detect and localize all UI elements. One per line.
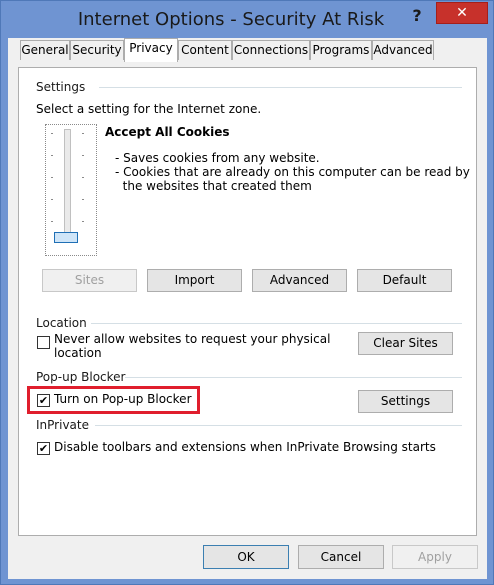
tab-general[interactable]: General [20,40,70,60]
import-button[interactable]: Import [147,269,242,292]
inprivate-divider [95,425,462,426]
default-button[interactable]: Default [357,269,452,292]
privacy-panel: Settings Select a setting for the Intern… [18,67,477,536]
popup-divider [123,377,462,378]
cancel-button[interactable]: Cancel [298,545,384,569]
tab-connections[interactable]: Connections [232,40,310,60]
highlight-box [27,386,200,414]
clear-sites-button[interactable]: Clear Sites [358,332,453,355]
location-divider [91,323,462,324]
privacy-level-slider[interactable] [45,124,97,256]
dialog-client: General Security Privacy Content Connect… [8,38,487,579]
title-bar[interactable]: Internet Options - Security At Risk ? ✕ [1,1,494,38]
disable-toolbars-label: Disable toolbars and extensions when InP… [54,440,436,454]
close-button[interactable]: ✕ [436,2,488,24]
zone-prompt: Select a setting for the Internet zone. [36,102,262,116]
apply-button[interactable]: Apply [392,545,478,569]
tab-security[interactable]: Security [70,40,124,60]
settings-group-label: Settings [36,80,86,94]
privacy-level-title: Accept All Cookies [105,125,230,139]
tab-advanced[interactable]: Advanced [372,40,434,60]
slider-track [64,129,71,239]
slider-thumb[interactable] [54,232,78,243]
internet-options-window: Internet Options - Security At Risk ? ✕ … [0,0,494,585]
advanced-button[interactable]: Advanced [252,269,347,292]
sites-button[interactable]: Sites [42,269,137,292]
never-allow-location-label-2: location [54,346,102,360]
tab-content[interactable]: Content [178,40,232,60]
tab-privacy[interactable]: Privacy [124,38,178,62]
help-button[interactable]: ? [406,5,428,27]
settings-divider [99,87,462,88]
privacy-desc-2: - Cookies that are already on this compu… [115,165,470,179]
popup-settings-button[interactable]: Settings [358,390,453,413]
privacy-desc-1: - Saves cookies from any website. [115,151,320,165]
location-group-label: Location [36,316,87,330]
popup-group-label: Pop-up Blocker [36,370,126,384]
inprivate-group-label: InPrivate [36,418,89,432]
tab-programs[interactable]: Programs [310,40,372,60]
ok-button[interactable]: OK [203,545,289,569]
never-allow-location-label-1: Never allow websites to request your phy… [54,332,331,346]
disable-toolbars-checkbox[interactable]: ✔ [37,442,50,455]
never-allow-location-checkbox[interactable] [37,336,50,349]
window-title: Internet Options - Security At Risk [77,9,385,30]
privacy-desc-3: the websites that created them [115,179,312,193]
